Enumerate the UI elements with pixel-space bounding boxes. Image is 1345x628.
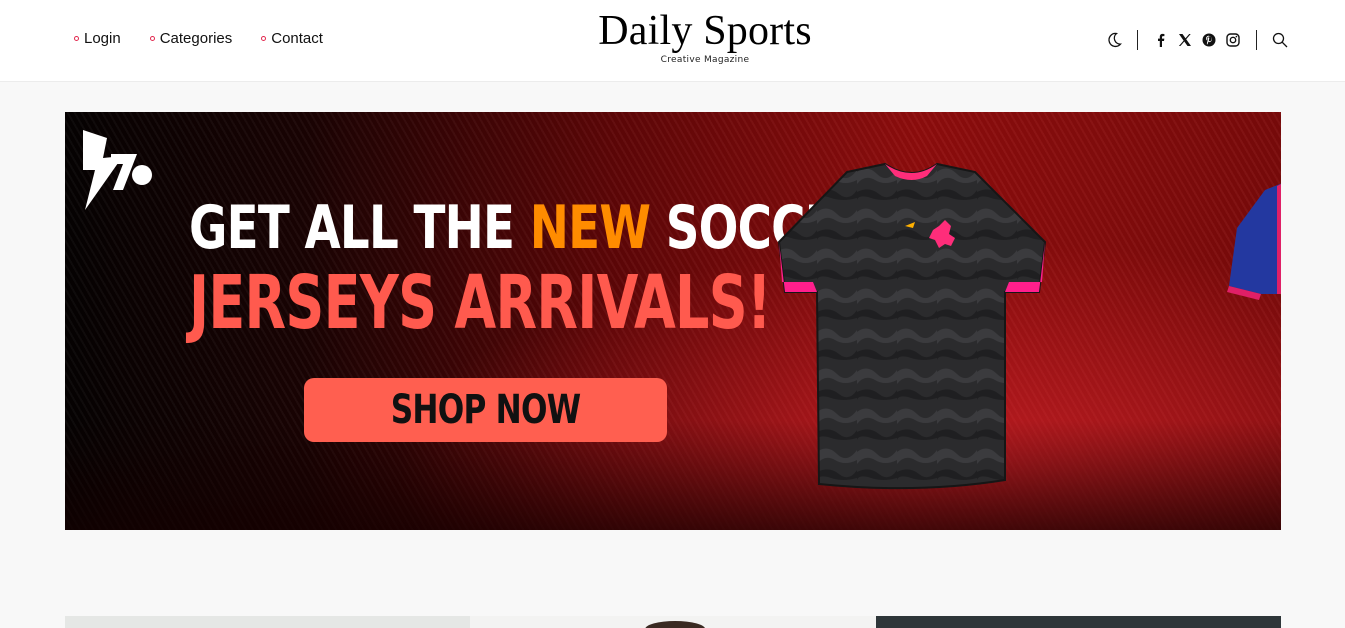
jersey-image	[777, 162, 1047, 497]
headline-line-1: GET ALL THE NEW SOCCER	[189, 198, 872, 258]
headline-text-1: GET ALL THE	[189, 193, 530, 263]
shop-now-button[interactable]: SHOP NOW	[304, 378, 667, 442]
bullet-icon	[261, 36, 267, 41]
header-tools	[1103, 29, 1291, 51]
article-cards-row	[65, 616, 1281, 628]
site-header: Login Categories Contact Daily Sports Cr…	[0, 0, 1345, 82]
site-title: Daily Sports	[598, 8, 812, 54]
nav-categories-link[interactable]: Categories	[149, 30, 233, 47]
nav-contact-link[interactable]: Contact	[261, 30, 323, 47]
promo-banner[interactable]: GET ALL THE NEW SOCCER JERSEYS ARRIVALS!…	[65, 112, 1281, 530]
pinterest-icon[interactable]	[1198, 29, 1220, 51]
social-links	[1150, 29, 1244, 51]
nav-login-link[interactable]: Login	[74, 30, 121, 47]
site-tagline: Creative Magazine	[660, 55, 750, 65]
main-nav: Login Categories Contact	[74, 30, 323, 47]
site-logo[interactable]: Daily Sports Creative Magazine	[560, 7, 850, 65]
shop-now-label: SHOP NOW	[390, 387, 581, 433]
search-icon[interactable]	[1269, 29, 1291, 51]
divider	[1137, 30, 1138, 50]
article-card-1-image[interactable]	[65, 616, 471, 628]
nav-categories-label: Categories	[159, 30, 233, 47]
jersey-partial-image	[1225, 182, 1281, 307]
nav-contact-label: Contact	[271, 30, 323, 47]
brand-mark-icon	[83, 130, 155, 215]
bullet-icon	[74, 36, 79, 41]
nav-login-label: Login	[84, 30, 121, 47]
article-card-3-image[interactable]	[875, 616, 1281, 628]
headline-line-2: JERSEYS ARRIVALS!	[189, 260, 772, 346]
facebook-icon[interactable]	[1150, 29, 1172, 51]
divider	[1256, 30, 1257, 50]
x-icon[interactable]	[1174, 29, 1196, 51]
headline-accent: NEW	[529, 193, 651, 263]
moon-icon[interactable]	[1103, 29, 1125, 51]
bullet-icon	[149, 36, 155, 41]
instagram-icon[interactable]	[1222, 29, 1244, 51]
article-card-2-image[interactable]	[470, 616, 876, 628]
